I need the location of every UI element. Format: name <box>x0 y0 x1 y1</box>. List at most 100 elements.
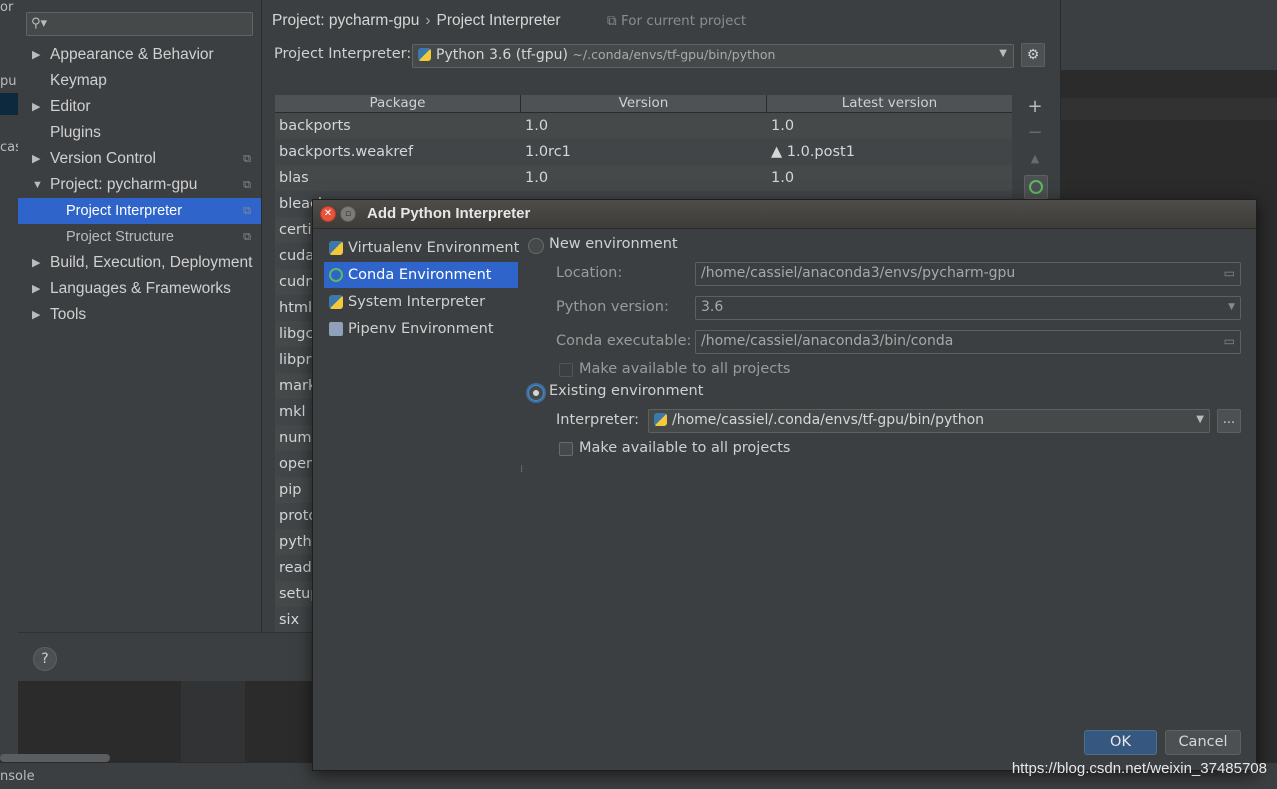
sidebar-item-plugins[interactable]: Plugins <box>18 120 261 146</box>
package-name-cell: open <box>279 456 316 472</box>
pipenv-icon <box>329 322 343 336</box>
version-cell: 1.0 <box>525 170 549 186</box>
sidebar-item-label: Keymap <box>50 72 107 89</box>
env-type-virtualenv-environment[interactable]: Virtualenv Environment <box>324 235 519 261</box>
sidebar-item-label: Plugins <box>50 124 101 141</box>
folder-icon: ▭ <box>1223 266 1235 280</box>
conda-icon <box>329 268 343 282</box>
sidebar-item-project-structure[interactable]: Project Structure ⧉ <box>18 224 261 250</box>
env-type-system-interpreter[interactable]: System Interpreter <box>324 289 518 315</box>
package-name-cell: backports <box>279 118 351 134</box>
project-scope-icon: ⧉ <box>243 179 251 191</box>
minimize-button[interactable]: ▫ <box>340 206 356 222</box>
sidebar-item-editor[interactable]: ▶ Editor <box>18 94 261 120</box>
help-button[interactable]: ? <box>33 647 57 671</box>
ok-button[interactable]: OK <box>1084 730 1157 755</box>
table-row[interactable]: blas 1.0 1.0 <box>275 165 1012 191</box>
settings-search-input[interactable]: ⚲▾ <box>26 12 253 36</box>
sidebar-item-label: Tools <box>50 306 87 323</box>
package-name-cell: cuda <box>279 248 315 264</box>
ide-scrollbar[interactable] <box>0 754 110 762</box>
python-version-value: 3.6 <box>701 299 724 315</box>
interpreter-value: /home/cassiel/.conda/envs/tf-gpu/bin/pyt… <box>654 412 984 428</box>
package-name-cell: pip <box>279 482 302 498</box>
latest-version-cell: ▲ 1.0.post1 <box>771 144 855 160</box>
env-type-label: System Interpreter <box>348 294 486 310</box>
column-latest-version[interactable]: Latest version <box>767 95 1012 112</box>
new-environment-radio[interactable] <box>528 238 544 254</box>
cancel-button[interactable]: Cancel <box>1165 730 1241 755</box>
interpreter-settings-button[interactable]: ⚙ <box>1021 43 1045 67</box>
conda-icon <box>1029 180 1043 194</box>
chevron-down-icon: ▼ <box>1196 414 1204 425</box>
column-package[interactable]: Package <box>275 95 521 112</box>
minus-icon: − <box>1027 122 1043 143</box>
chevron-right-icon[interactable]: ▶ <box>32 302 40 328</box>
dialog-title-bar[interactable]: ✕ ▫ Add Python Interpreter <box>313 200 1256 229</box>
for-current-project-hint: ⧉ For current project <box>607 13 746 29</box>
existing-environment-radio[interactable] <box>528 385 544 401</box>
latest-version-cell: 1.0 <box>771 118 795 134</box>
splitter-handle[interactable]: ⁞ <box>520 465 523 475</box>
sidebar-item-label: Editor <box>50 98 91 115</box>
chevron-right-icon[interactable]: ▶ <box>32 42 40 68</box>
upgrade-package-button[interactable]: ▲ <box>1022 148 1048 170</box>
sidebar-item-label: Project Interpreter <box>66 203 183 219</box>
breadcrumb: Project: pycharm-gpu › Project Interpreter <box>272 12 561 30</box>
packages-table-header: Package Version Latest version <box>275 95 1012 113</box>
chevron-right-icon[interactable]: ▶ <box>32 250 40 276</box>
close-button[interactable]: ✕ <box>320 206 336 222</box>
ide-project-selection <box>0 93 18 115</box>
copy-icon: ⧉ <box>607 13 621 29</box>
use-conda-package-manager-toggle[interactable] <box>1024 175 1048 199</box>
project-interpreter-select[interactable]: Python 3.6 (tf-gpu) ~/.conda/envs/tf-gpu… <box>412 44 1014 68</box>
gear-icon: ⚙ <box>1026 47 1040 63</box>
env-type-conda-environment[interactable]: Conda Environment <box>324 262 518 288</box>
chevron-down-icon[interactable]: ▼ <box>32 172 43 198</box>
close-icon: ✕ <box>323 208 333 219</box>
sidebar-item-version-control[interactable]: ▶ Version Control ⧉ <box>18 146 261 172</box>
search-icon: ⚲▾ <box>31 16 48 31</box>
radio-selected-dot <box>533 390 539 396</box>
env-type-label: Conda Environment <box>348 267 492 283</box>
breadcrumb-page: Project Interpreter <box>436 12 561 29</box>
for-current-project-label: For current project <box>620 13 747 29</box>
env-type-pipenv-environment[interactable]: Pipenv Environment <box>324 316 518 342</box>
sidebar-item-keymap[interactable]: Keymap <box>18 68 261 94</box>
location-field: /home/cassiel/anaconda3/envs/pycharm-gpu… <box>695 262 1241 286</box>
latest-version-cell: 1.0 <box>771 170 795 186</box>
sidebar-item-build-execution-deployment[interactable]: ▶ Build, Execution, Deployment <box>18 250 261 276</box>
add-package-button[interactable]: + <box>1022 96 1048 118</box>
browse-interpreter-button[interactable]: ... <box>1217 409 1241 433</box>
env-type-label: Pipenv Environment <box>348 321 494 337</box>
sidebar-item-languages-frameworks[interactable]: ▶ Languages & Frameworks <box>18 276 261 302</box>
sidebar-item-tools[interactable]: ▶ Tools <box>18 302 261 328</box>
package-name-cell: six <box>279 612 300 628</box>
interpreter-path: /home/cassiel/.conda/envs/tf-gpu/bin/pyt… <box>672 412 985 428</box>
console-tab[interactable]: nsole <box>0 769 35 784</box>
python-icon <box>329 241 343 255</box>
project-interpreter-name: Python 3.6 (tf-gpu) <box>436 47 568 63</box>
column-version[interactable]: Version <box>521 95 767 112</box>
sidebar-item-project-pycharm-gpu[interactable]: ▼ Project: pycharm-gpu ⧉ <box>18 172 261 198</box>
version-cell: 1.0rc1 <box>525 144 571 160</box>
chevron-right-icon[interactable]: ▶ <box>32 146 40 172</box>
project-scope-icon: ⧉ <box>243 231 251 243</box>
sidebar-item-label: Project Structure <box>66 229 174 245</box>
chevron-right-icon[interactable]: ▶ <box>32 276 40 302</box>
table-row[interactable]: backports 1.0 1.0 <box>275 113 1012 139</box>
interpreter-select[interactable]: /home/cassiel/.conda/envs/tf-gpu/bin/pyt… <box>648 409 1210 433</box>
package-name-cell: libpr <box>279 352 312 368</box>
location-value: /home/cassiel/anaconda3/envs/pycharm-gpu <box>701 265 1016 281</box>
ide-project-fragment: pu <box>0 74 17 89</box>
sidebar-item-project-interpreter[interactable]: Project Interpreter ⧉ <box>18 198 261 224</box>
remove-package-button[interactable]: − <box>1022 122 1048 144</box>
location-label: Location: <box>556 265 623 281</box>
table-row[interactable]: backports.weakref 1.0rc1 ▲ 1.0.post1 <box>275 139 1012 165</box>
sidebar-item-appearance-behavior[interactable]: ▶ Appearance & Behavior <box>18 42 261 68</box>
existing-env-make-available-checkbox[interactable] <box>559 442 573 456</box>
chevron-right-icon[interactable]: ▶ <box>32 94 40 120</box>
dialog-title: Add Python Interpreter <box>367 205 531 222</box>
conda-executable-value: /home/cassiel/anaconda3/bin/conda <box>701 333 954 349</box>
folder-icon: ▭ <box>1223 334 1235 348</box>
